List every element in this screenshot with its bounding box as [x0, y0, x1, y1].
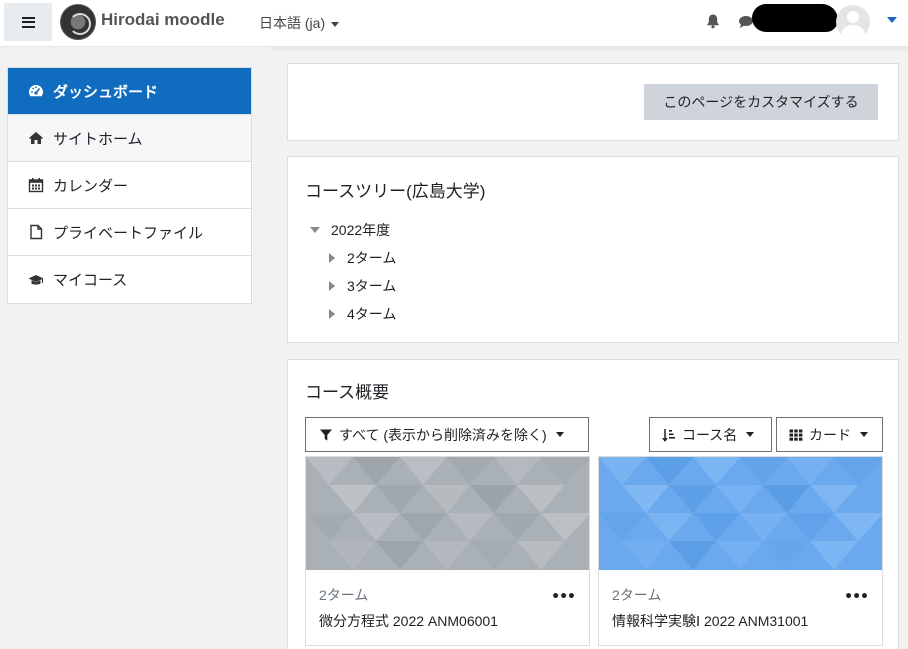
sort-dropdown[interactable]: コース名	[649, 417, 772, 452]
site-logo[interactable]	[60, 4, 96, 40]
tree-node-year[interactable]: 2022年度	[310, 220, 390, 240]
chevron-down-icon	[331, 21, 340, 27]
course-category: 2ターム	[612, 587, 662, 603]
chevron-down-icon	[746, 432, 755, 437]
customize-panel: このページをカスタマイズする	[287, 63, 899, 141]
home-icon	[29, 132, 43, 144]
top-navbar: Hirodai moodle 日本語 (ja)	[0, 0, 908, 47]
calendar-icon	[28, 178, 44, 193]
graduation-cap-icon	[28, 274, 44, 285]
course-name-link[interactable]: 微分方程式 2022 ANM06001	[319, 611, 498, 631]
collapsed-triangle-icon	[329, 281, 335, 291]
tachometer-icon	[29, 85, 43, 97]
site-name[interactable]: Hirodai moodle	[101, 10, 225, 30]
hamburger-icon	[21, 16, 35, 28]
tree-node-label: 4ターム	[347, 306, 397, 322]
tree-node-term[interactable]: 2ターム	[329, 248, 396, 268]
nav-item-label: プライベートファイル	[53, 224, 204, 242]
customize-page-button[interactable]: このページをカスタマイズする	[644, 84, 878, 120]
nav-item-calendar[interactable]: カレンダー	[8, 162, 251, 209]
language-label: 日本語 (ja)	[259, 15, 326, 31]
course-image[interactable]	[599, 457, 883, 570]
sort-icon	[662, 428, 675, 442]
nav-item-my-courses[interactable]: マイコース	[8, 256, 251, 303]
nav-item-label: サイトホーム	[53, 130, 143, 148]
filter-dropdown[interactable]: すべて (表示から削除済みを除く)	[305, 417, 589, 452]
course-overview-block: コース概要 すべて (表示から削除済みを除く) コース名 カード 2ターム ••…	[287, 359, 899, 649]
collapsed-triangle-icon	[329, 253, 335, 263]
tree-node-label: 2022年度	[331, 222, 391, 238]
user-menu-chevron-icon[interactable]	[887, 17, 897, 23]
nav-item-label: マイコース	[53, 272, 128, 289]
bell-icon[interactable]	[705, 13, 721, 29]
collapsed-triangle-icon	[329, 309, 335, 319]
chevron-down-icon	[555, 432, 564, 437]
tree-node-term[interactable]: 3ターム	[329, 276, 396, 296]
chevron-down-icon	[860, 432, 868, 437]
sort-label: コース名	[682, 426, 738, 443]
course-card[interactable]: 2ターム ••• 微分方程式 2022 ANM06001	[305, 456, 590, 646]
more-options-icon[interactable]: •••	[844, 589, 869, 605]
course-card[interactable]: 2ターム ••• 情報科学実験Ⅰ 2022 ANM31001	[598, 456, 883, 646]
nav-item-label: カレンダー	[53, 177, 129, 195]
nav-item-dashboard[interactable]: ダッシュボード	[8, 68, 251, 115]
expanded-triangle-icon	[310, 227, 320, 233]
tree-node-term[interactable]: 4ターム	[329, 304, 396, 324]
filter-icon	[320, 429, 332, 440]
nav-item-label: ダッシュボード	[53, 83, 159, 101]
more-options-icon[interactable]: •••	[551, 589, 576, 605]
grid-icon	[789, 429, 803, 441]
tree-node-label: 3ターム	[347, 278, 397, 294]
filter-label: すべて (表示から削除済みを除く)	[339, 426, 547, 443]
course-overview-title: コース概要	[305, 383, 390, 402]
tree-node-label: 2ターム	[347, 250, 397, 266]
nav-drawer: ダッシュボード サイトホーム カレンダー プライベートファイル マイコース	[0, 47, 271, 649]
nav-item-private-files[interactable]: プライベートファイル	[8, 209, 251, 256]
language-menu[interactable]: 日本語 (ja)	[259, 13, 340, 33]
course-name-link[interactable]: 情報科学実験Ⅰ 2022 ANM31001	[612, 611, 808, 631]
view-dropdown[interactable]: カード	[776, 417, 883, 452]
course-tree-title: コースツリー(広島大学)	[305, 182, 486, 201]
avatar[interactable]	[836, 5, 870, 39]
redacted-username	[752, 4, 838, 32]
course-image[interactable]	[306, 457, 590, 570]
course-category: 2ターム	[319, 587, 369, 603]
course-tree-block: コースツリー(広島大学) 2022年度 2ターム 3ターム 4ターム	[287, 156, 899, 343]
nav-list: ダッシュボード サイトホーム カレンダー プライベートファイル マイコース	[7, 67, 252, 304]
view-label: カード	[809, 426, 851, 443]
toggle-drawer-button[interactable]	[4, 3, 52, 41]
nav-item-site-home[interactable]: サイトホーム	[8, 115, 251, 162]
file-icon	[30, 224, 43, 240]
